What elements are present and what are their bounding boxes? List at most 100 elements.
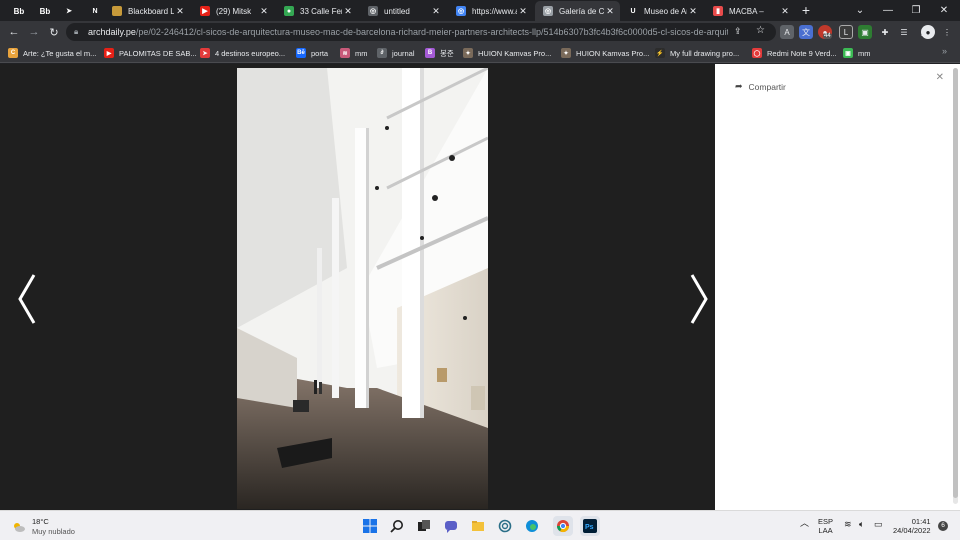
new-tab-button[interactable]: +: [792, 0, 820, 20]
forward-button[interactable]: →: [26, 24, 42, 40]
task-view-button[interactable]: [414, 516, 434, 536]
show-hidden-icons-button[interactable]: ︿: [800, 519, 809, 528]
weather-widget[interactable]: 18°C Muy nublado: [12, 517, 75, 537]
tab-10[interactable]: U Museo de Art ✕: [620, 1, 703, 21]
scrollbar[interactable]: [953, 68, 958, 504]
bookmark-item[interactable]: ⚡ My full drawing pro...: [655, 47, 739, 59]
bookmark-item[interactable]: C Arte: ¿Te gusta el m...: [8, 47, 96, 59]
battery-icon[interactable]: ▭: [874, 520, 883, 529]
wifi-icon[interactable]: ≋: [844, 520, 852, 529]
tab-6[interactable]: ● 33 Calle Feria✕: [276, 1, 358, 21]
reload-button[interactable]: ↻: [46, 24, 62, 40]
tab-title: untitled: [384, 6, 410, 16]
restore-button[interactable]: ❐: [902, 0, 930, 20]
image-info-panel: ➦ Compartir ✕: [715, 64, 960, 510]
tab-close-icon[interactable]: ✕: [779, 6, 791, 17]
browser-toolbar: ← → ↻ 🔒︎ archdaily.pe/pe/02-246412/cl-si…: [0, 21, 960, 43]
tab-close-icon[interactable]: ✕: [430, 6, 442, 17]
tab-title: 33 Calle Feria: [300, 6, 342, 16]
app-spiral-button[interactable]: [495, 516, 515, 536]
next-image-button[interactable]: [684, 269, 714, 329]
bookmark-label: mm: [355, 48, 368, 58]
extension-l-icon[interactable]: L: [839, 25, 853, 39]
tab-2[interactable]: ➤: [56, 1, 80, 21]
notification-badge[interactable]: 6: [938, 521, 948, 531]
language-indicator[interactable]: ESP LAA: [818, 517, 833, 535]
tab-8[interactable]: ◎ https://www.a ✕: [448, 1, 533, 21]
close-icon: ✕: [935, 72, 944, 83]
tab-close-icon[interactable]: ✕: [342, 6, 354, 17]
bookmark-label: Redmi Note 9 Verd...: [767, 48, 837, 58]
minimize-button[interactable]: —: [874, 0, 902, 20]
menu-kebab-icon[interactable]: ⋮: [940, 25, 954, 39]
tab-11[interactable]: ▮ MACBA – ✕: [705, 1, 795, 21]
tab-4[interactable]: Blackboard Le✕: [104, 1, 190, 21]
volume-icon[interactable]: 🔈︎: [859, 520, 864, 529]
bookmark-item[interactable]: ≋ mm: [340, 47, 368, 59]
bookmark-item[interactable]: ▣ mm: [843, 47, 871, 59]
search-button[interactable]: [387, 516, 407, 536]
url-text[interactable]: archdaily.pe/pe/02-246412/cl-sicos-de-ar…: [88, 27, 728, 37]
bookmark-label: 4 destinos europeo...: [215, 48, 286, 58]
address-bar[interactable]: 🔒︎ archdaily.pe/pe/02-246412/cl-sicos-de…: [66, 23, 776, 41]
behance-icon: Bē: [296, 48, 306, 58]
tab-1[interactable]: BbBb: [30, 1, 54, 21]
bookmark-item[interactable]: ✦ HUION Kamvas Pro...: [463, 47, 551, 59]
search-icon: [390, 520, 403, 533]
edge-button[interactable]: [522, 516, 542, 536]
tab-strip: BbBbBbBb➤NBlackboard Le✕▶(29) Mitsk✕●33 …: [0, 0, 960, 21]
share-button[interactable]: ➦ Compartir: [735, 81, 786, 92]
file-explorer-button[interactable]: [468, 516, 488, 536]
clock[interactable]: 01:41 24/04/2022: [893, 517, 931, 535]
teams-chat-button[interactable]: [441, 516, 461, 536]
clock-time: 01:41: [911, 517, 931, 526]
extension-badge-count: 44: [823, 33, 832, 39]
bookmark-star-icon[interactable]: ☆: [756, 25, 765, 36]
tab-close-icon[interactable]: ✕: [258, 6, 270, 17]
translate-icon[interactable]: 文: [799, 25, 813, 39]
start-button[interactable]: [360, 516, 380, 536]
bookmark-item[interactable]: ◯ Redmi Note 9 Verd...: [752, 47, 837, 59]
youtube-icon: ▶: [200, 6, 210, 16]
tab-7[interactable]: ◎ untitled ✕: [360, 1, 446, 21]
tab-title: Museo de Art: [644, 6, 687, 16]
tab-search-button[interactable]: ⌄: [846, 0, 874, 20]
bookmark-item[interactable]: ▶ PALOMITAS DE SAB...: [104, 47, 197, 59]
chrome-button[interactable]: [553, 516, 573, 536]
bookmark-label: Arte: ¿Te gusta el m...: [23, 48, 97, 58]
bookmark-item[interactable]: Bē porta: [296, 47, 328, 59]
scrollbar-thumb[interactable]: [953, 68, 958, 498]
huion-icon: ✦: [561, 48, 571, 58]
bookmark-item[interactable]: ✦ HUION Kamvas Pro...: [561, 47, 649, 59]
reading-list-icon[interactable]: ☰: [897, 25, 911, 39]
extension-a-icon[interactable]: A: [780, 25, 794, 39]
previous-image-button[interactable]: [12, 269, 42, 329]
tab-0[interactable]: BbBb: [4, 1, 28, 21]
back-button[interactable]: ←: [6, 24, 22, 40]
tab-3[interactable]: N: [82, 1, 102, 21]
tab-close-icon[interactable]: ✕: [687, 6, 699, 17]
weather-condition: Muy nublado: [32, 527, 75, 536]
tab-close-icon[interactable]: ✕: [604, 6, 616, 17]
tab-5[interactable]: ▶ (29) Mitsk ✕: [192, 1, 274, 21]
bookmark-item[interactable]: B 봉준: [425, 47, 454, 59]
extensions-puzzle-icon[interactable]: ✚: [878, 25, 892, 39]
profile-avatar[interactable]: ●: [921, 25, 935, 39]
chrome-icon: [557, 520, 569, 533]
bookmark-item[interactable]: ∂ journal: [377, 47, 415, 59]
url-path: /pe/02-246412/cl-sicos-de-arquitectura-m…: [135, 27, 728, 37]
stats-icon: ▮: [713, 6, 723, 16]
tab-9[interactable]: ◎ Galería de Clá✕: [535, 1, 620, 21]
photoshop-button[interactable]: Ps: [580, 516, 600, 536]
fish-icon: ≋: [340, 48, 350, 58]
close-gallery-button[interactable]: ✕: [936, 72, 944, 83]
bookmark-label: My full drawing pro...: [670, 48, 740, 58]
extension-green-icon[interactable]: ▣: [858, 25, 872, 39]
share-page-icon[interactable]: ⇪: [734, 26, 742, 37]
tab-close-icon[interactable]: ✕: [517, 6, 529, 17]
tab-title: https://www.a: [472, 6, 517, 16]
close-window-button[interactable]: ✕: [930, 0, 958, 20]
tab-close-icon[interactable]: ✕: [174, 6, 186, 17]
bookmark-item[interactable]: ➤ 4 destinos europeo...: [200, 47, 285, 59]
more-bookmarks-icon[interactable]: »: [942, 46, 947, 56]
